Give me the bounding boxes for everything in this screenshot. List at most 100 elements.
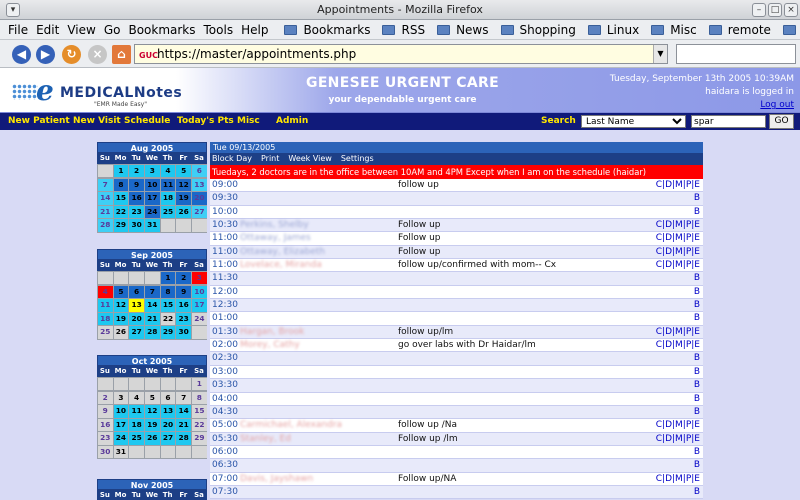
appointment-actions[interactable]: C|D|M|P|E: [656, 259, 700, 272]
appointment-actions[interactable]: C|D|M|P|E: [656, 473, 700, 486]
calendar-day[interactable]: 21: [98, 205, 113, 219]
menu-edit[interactable]: Edit: [32, 20, 63, 39]
patient-name[interactable]: Morey, Cathy: [240, 339, 300, 352]
calendar-day[interactable]: 30: [176, 326, 191, 339]
calendar-day[interactable]: 29: [160, 326, 176, 339]
appointment-time[interactable]: 05:30: [212, 433, 238, 446]
appointment-actions[interactable]: B: [694, 192, 700, 205]
patient-name[interactable]: Ottaway, James: [240, 232, 311, 245]
appointment-time[interactable]: 04:30: [212, 406, 238, 419]
close-icon[interactable]: ×: [784, 3, 798, 17]
calendar-month[interactable]: Oct 2005: [97, 355, 207, 366]
calendar-day[interactable]: 17: [145, 192, 160, 205]
appointment-time[interactable]: 09:00: [212, 179, 238, 192]
calendar-day[interactable]: 3: [145, 165, 160, 178]
logout-link[interactable]: Log out: [610, 99, 794, 112]
bookmark-news[interactable]: News: [433, 20, 496, 39]
calendar-day[interactable]: 26: [145, 432, 160, 445]
calendar-day[interactable]: 17: [192, 299, 207, 312]
search-go-button[interactable]: GO: [769, 114, 794, 129]
calendar-day[interactable]: 5: [176, 165, 191, 178]
calendar-day[interactable]: 13: [129, 299, 144, 312]
appointment-actions[interactable]: B: [694, 272, 700, 285]
nav-new-visit[interactable]: New Visit: [73, 113, 121, 130]
menu-bookmarks[interactable]: Bookmarks: [124, 20, 199, 39]
appointment-actions[interactable]: B: [694, 406, 700, 419]
calendar-day[interactable]: 31: [113, 445, 129, 459]
calendar-day[interactable]: 9: [129, 178, 144, 191]
calendar-day[interactable]: 3: [113, 391, 129, 404]
calendar-day[interactable]: 30: [98, 445, 113, 459]
calendar-day[interactable]: 24: [145, 205, 160, 219]
calendar-day[interactable]: 9: [176, 285, 191, 298]
calendar-day[interactable]: 8: [160, 285, 176, 298]
calendar-day[interactable]: 25: [160, 205, 176, 219]
calendar-day[interactable]: 6: [160, 391, 176, 404]
nav-schedule[interactable]: Schedule: [124, 113, 170, 130]
appointment-actions[interactable]: C|D|M|P|E: [656, 419, 700, 432]
calendar-day[interactable]: 8: [113, 178, 129, 191]
calendar-day[interactable]: 23: [176, 312, 191, 326]
nav-todays-pts[interactable]: Today's Pts: [177, 113, 234, 130]
calendar-month[interactable]: Aug 2005: [97, 142, 207, 153]
calendar-day[interactable]: 28: [176, 432, 191, 445]
menu-tools[interactable]: Tools: [200, 20, 238, 39]
appointment-actions[interactable]: B: [694, 486, 700, 499]
calendar-day[interactable]: 18: [98, 312, 113, 326]
print-link[interactable]: Print: [261, 154, 279, 163]
calendar-month[interactable]: Sep 2005: [97, 249, 207, 260]
appointment-actions[interactable]: B: [694, 366, 700, 379]
calendar-day[interactable]: 23: [98, 432, 113, 445]
bookmark-bookmarks[interactable]: Bookmarks: [280, 20, 378, 39]
calendar-day[interactable]: 8: [192, 391, 207, 404]
appointment-actions[interactable]: B: [694, 312, 700, 325]
patient-name[interactable]: Hargan, Brook: [240, 326, 304, 339]
bookmark-misc[interactable]: Misc: [647, 20, 705, 39]
calendar-day[interactable]: 21: [176, 418, 191, 432]
calendar-day[interactable]: 13: [192, 178, 207, 191]
appointment-time[interactable]: 05:00: [212, 419, 238, 432]
appointment-time[interactable]: 11:00: [212, 259, 238, 272]
appointment-time[interactable]: 12:00: [212, 286, 238, 299]
minimize-icon[interactable]: –: [752, 3, 766, 17]
calendar-day[interactable]: 12: [176, 178, 191, 191]
calendar-day[interactable]: 2: [98, 391, 113, 404]
calendar-day[interactable]: 2: [129, 165, 144, 178]
menu-file[interactable]: File: [4, 20, 32, 39]
calendar-day[interactable]: 10: [113, 405, 129, 418]
calendar-day[interactable]: 28: [98, 219, 113, 232]
patient-name[interactable]: Perkins, Shelby: [240, 219, 309, 232]
calendar-day[interactable]: 15: [192, 405, 207, 418]
appointment-actions[interactable]: B: [694, 379, 700, 392]
calendar-day[interactable]: 26: [113, 326, 129, 339]
menu-help[interactable]: Help: [237, 20, 272, 39]
calendar-day[interactable]: 14: [98, 192, 113, 205]
calendar-day[interactable]: 13: [160, 405, 176, 418]
appointment-time[interactable]: 12:30: [212, 299, 238, 312]
calendar-day[interactable]: 3: [192, 272, 207, 285]
appointment-time[interactable]: 02:00: [212, 339, 238, 352]
calendar-day[interactable]: 17: [113, 418, 129, 432]
appointment-time[interactable]: 03:30: [212, 379, 238, 392]
menu-view[interactable]: View: [63, 20, 99, 39]
calendar-day[interactable]: 9: [98, 405, 113, 418]
calendar-day[interactable]: 11: [129, 405, 144, 418]
calendar-day[interactable]: 31: [145, 219, 160, 232]
patient-name[interactable]: Davis, Jayshawn: [240, 473, 313, 486]
calendar-day[interactable]: 5: [145, 391, 160, 404]
stop-icon[interactable]: ×: [88, 45, 107, 64]
appointment-time[interactable]: 11:30: [212, 272, 238, 285]
appointment-time[interactable]: 07:00: [212, 473, 238, 486]
appointment-actions[interactable]: C|D|M|P|E: [656, 433, 700, 446]
calendar-day[interactable]: 24: [192, 312, 207, 326]
calendar-day[interactable]: 19: [145, 418, 160, 432]
address-dropdown-icon[interactable]: ▼: [653, 45, 667, 63]
appointment-actions[interactable]: C|D|M|P|E: [656, 219, 700, 232]
calendar-day[interactable]: 27: [129, 326, 144, 339]
calendar-day[interactable]: 20: [192, 192, 207, 205]
calendar-day[interactable]: 24: [113, 432, 129, 445]
nav-misc[interactable]: Misc: [237, 113, 260, 130]
appointment-time[interactable]: 10:30: [212, 219, 238, 232]
browser-search-box[interactable]: [676, 44, 796, 64]
address-bar[interactable]: GUC https://master/appointments.php ▼: [134, 44, 668, 64]
